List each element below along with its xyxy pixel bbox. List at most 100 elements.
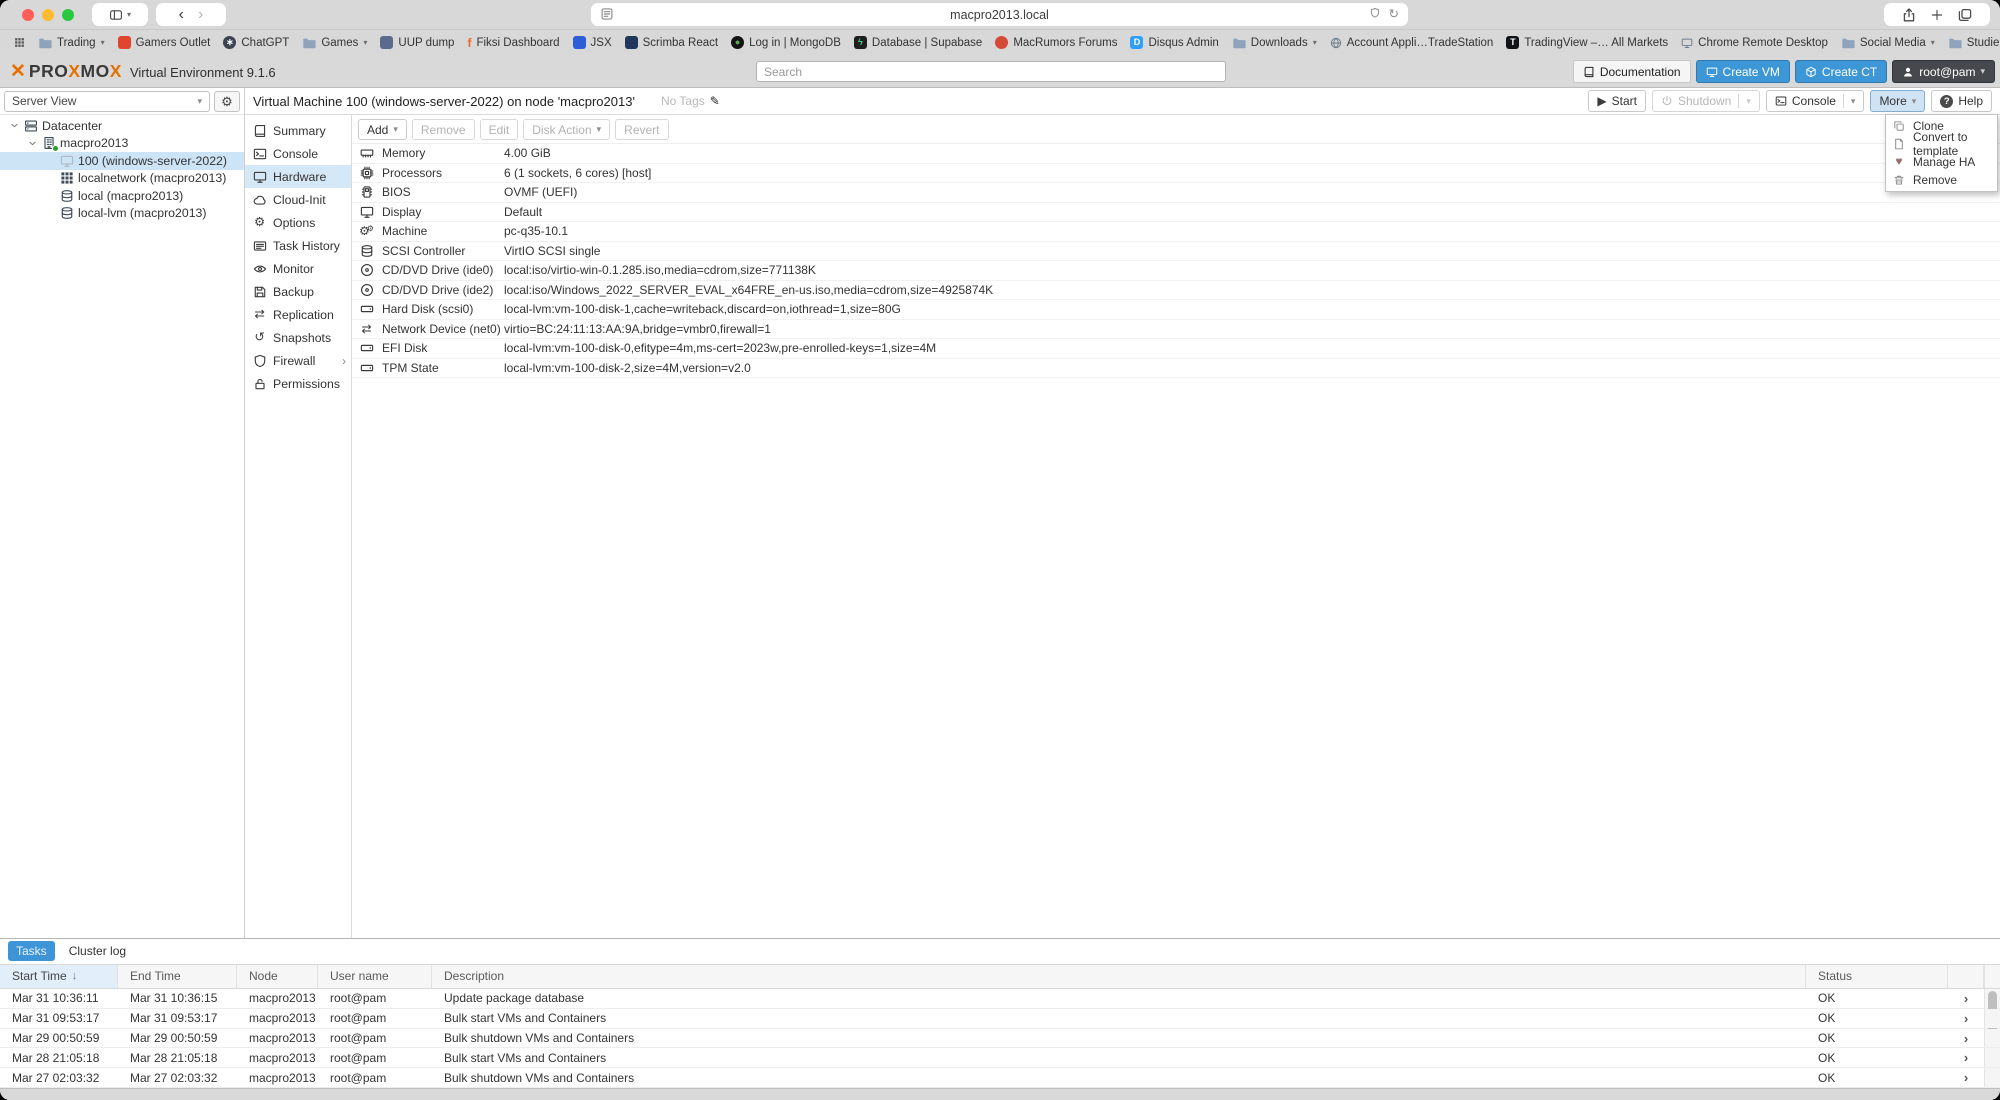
sidebar-icon[interactable] <box>109 8 123 22</box>
sidebar-caret-icon[interactable]: ▾ <box>127 10 131 19</box>
tab-permissions[interactable]: Permissions <box>245 372 351 395</box>
menu-item-remove[interactable]: Remove <box>1886 171 1997 189</box>
column-header-description[interactable]: Description <box>432 965 1806 989</box>
task-row[interactable]: Mar 27 02:03:32Mar 27 02:03:32macpro2013… <box>0 1068 2000 1088</box>
sidebar-toggle-button[interactable]: ▾ <box>92 3 148 26</box>
reload-icon[interactable]: ↻ <box>1389 8 1399 21</box>
address-bar-url[interactable]: macpro2013.local <box>950 8 1049 22</box>
bookmark-item-uup-dump[interactable]: UUP dump <box>380 36 454 49</box>
scrollbar-track[interactable] <box>1984 989 2000 1008</box>
hardware-row-efi-disk[interactable]: EFI Disklocal-lvm:vm-100-disk-0,efitype=… <box>352 339 2000 359</box>
bookmark-item-downloads[interactable]: Downloads▾ <box>1232 36 1317 50</box>
menu-item-convert-to-template[interactable]: Convert to template <box>1886 135 1997 153</box>
close-window-button[interactable] <box>22 9 34 21</box>
console-button[interactable]: Console▾ <box>1766 90 1865 112</box>
tab-replication[interactable]: ⇄Replication <box>245 303 351 326</box>
column-header-user-name[interactable]: User name <box>318 965 432 989</box>
hardware-row-scsi-controller[interactable]: SCSI ControllerVirtIO SCSI single <box>352 242 2000 262</box>
forward-button[interactable]: › <box>198 7 203 23</box>
bookmark-item-log-in-mongodb[interactable]: ●Log in | MongoDB <box>731 36 841 49</box>
disk-action-button[interactable]: Disk Action▾ <box>523 119 610 140</box>
column-header-node[interactable]: Node <box>237 965 318 989</box>
back-button[interactable]: ‹ <box>179 7 184 23</box>
column-header-end-time[interactable]: End Time <box>118 965 237 989</box>
maximize-window-button[interactable] <box>62 9 74 21</box>
tab-firewall[interactable]: Firewall› <box>245 349 351 372</box>
tab-cluster-log[interactable]: Cluster log <box>61 941 134 961</box>
bookmark-item-social-media[interactable]: Social Media▾ <box>1841 36 1935 50</box>
root-pam-button[interactable]: root@pam▾ <box>1892 60 1995 83</box>
tab-backup[interactable]: Backup <box>245 280 351 303</box>
tab-monitor[interactable]: Monitor <box>245 257 351 280</box>
tree-item-macpro2013[interactable]: macpro2013 <box>0 135 244 153</box>
reader-icon[interactable] <box>600 7 614 21</box>
revert-button[interactable]: Revert <box>615 119 668 140</box>
bookmark-item-macrumors-forums[interactable]: MacRumors Forums <box>995 36 1117 49</box>
column-header-status[interactable]: Status <box>1806 965 1948 989</box>
tab-snapshots[interactable]: ↺Snapshots <box>245 326 351 349</box>
start-button[interactable]: ▶Start <box>1588 90 1646 112</box>
tab-cloud-init[interactable]: Cloud-Init <box>245 188 351 211</box>
tree-item-100-windows-server-2022[interactable]: 100 (windows-server-2022) <box>0 152 244 170</box>
tab-summary[interactable]: Summary <box>245 119 351 142</box>
bookmark-item-gamers-outlet[interactable]: Gamers Outlet <box>118 36 211 49</box>
create-ct-button[interactable]: Create CT <box>1795 60 1887 83</box>
tab-console[interactable]: Console <box>245 142 351 165</box>
edit-button[interactable]: Edit <box>480 119 519 140</box>
create-vm-button[interactable]: Create VM <box>1696 60 1790 83</box>
hardware-row-memory[interactable]: Memory4.00 GiB <box>352 144 2000 164</box>
task-detail-button[interactable]: › <box>1948 1051 1984 1064</box>
hardware-row-processors[interactable]: Processors6 (1 sockets, 6 cores) [host] <box>352 164 2000 184</box>
hardware-row-cd-dvd-drive-ide0[interactable]: CD/DVD Drive (ide0)local:iso/virtio-win-… <box>352 261 2000 281</box>
scrollbar-track[interactable] <box>1984 1048 2000 1067</box>
task-row[interactable]: Mar 31 10:36:11Mar 31 10:36:15macpro2013… <box>0 989 2000 1009</box>
remove-button[interactable]: Remove <box>412 119 475 140</box>
bookmark-item-account-appli-tradestation[interactable]: Account Appli…TradeStation <box>1330 37 1494 49</box>
add-button[interactable]: Add▾ <box>358 119 407 140</box>
tree-item-localnetwork-macpro2013[interactable]: localnetwork (macpro2013) <box>0 170 244 188</box>
hardware-row-hard-disk-scsi0[interactable]: Hard Disk (scsi0)local-lvm:vm-100-disk-1… <box>352 300 2000 320</box>
hardware-row-cd-dvd-drive-ide2[interactable]: CD/DVD Drive (ide2)local:iso/Windows_202… <box>352 281 2000 301</box>
help-button[interactable]: ?Help <box>1931 90 1992 112</box>
bookmark-item-disqus-admin[interactable]: DDisqus Admin <box>1130 36 1218 49</box>
bookmark-item-database-supabase[interactable]: ϟDatabase | Supabase <box>854 36 982 49</box>
search-input[interactable] <box>756 61 1226 82</box>
tree-item-local-lvm-macpro2013[interactable]: local-lvm (macpro2013) <box>0 205 244 223</box>
task-detail-button[interactable]: › <box>1948 992 1984 1005</box>
scrollbar-track[interactable] <box>1984 1009 2000 1028</box>
tree-settings-button[interactable]: ⚙ <box>214 91 240 112</box>
task-row[interactable]: Mar 31 09:53:17Mar 31 09:53:17macpro2013… <box>0 1009 2000 1029</box>
expander-icon[interactable] <box>26 139 38 148</box>
tab-task-history[interactable]: Task History <box>245 234 351 257</box>
column-header-start-time[interactable]: Start Time↓ <box>0 965 118 989</box>
bookmark-item-scrimba-react[interactable]: Scrimba React <box>625 36 718 49</box>
minimize-window-button[interactable] <box>42 9 54 21</box>
task-detail-button[interactable]: › <box>1948 1012 1984 1025</box>
bookmark-item-trading[interactable]: Trading▾ <box>38 36 105 50</box>
tabs-icon[interactable] <box>1957 7 1973 23</box>
tree-item-local-macpro2013[interactable]: local (macpro2013) <box>0 187 244 205</box>
shutdown-button[interactable]: Shutdown▾ <box>1652 90 1760 112</box>
bookmark-item-chatgpt[interactable]: ∗ChatGPT <box>223 36 289 49</box>
tab-tasks[interactable]: Tasks <box>8 941 55 961</box>
more-button[interactable]: More▾ <box>1870 90 1925 112</box>
plus-icon[interactable] <box>1930 8 1944 22</box>
address-bar[interactable]: macpro2013.local ↻ <box>591 3 1408 26</box>
bookmark-item-grid[interactable] <box>14 37 25 48</box>
bookmark-item-fiksi-dashboard[interactable]: fFiksi Dashboard <box>467 36 559 49</box>
share-icon[interactable] <box>1901 7 1917 23</box>
tab-options[interactable]: ⚙Options <box>245 211 351 234</box>
hardware-row-network-device-net0[interactable]: ⇄Network Device (net0)virtio=BC:24:11:13… <box>352 320 2000 340</box>
documentation-button[interactable]: Documentation <box>1573 60 1691 83</box>
bookmark-item-games[interactable]: Games▾ <box>302 36 367 50</box>
task-row[interactable]: Mar 29 00:50:59Mar 29 00:50:59macpro2013… <box>0 1029 2000 1049</box>
bookmark-item-jsx[interactable]: JSX <box>573 36 612 49</box>
tree-item-datacenter[interactable]: Datacenter <box>0 117 244 135</box>
task-row[interactable]: Mar 28 21:05:18Mar 28 21:05:18macpro2013… <box>0 1048 2000 1068</box>
hardware-row-bios[interactable]: BIOSOVMF (UEFI) <box>352 183 2000 203</box>
task-detail-button[interactable]: › <box>1948 1071 1984 1084</box>
edit-tags-icon[interactable]: ✎ <box>710 95 720 107</box>
bookmark-item-chrome-remote-desktop[interactable]: Chrome Remote Desktop <box>1681 37 1828 49</box>
view-selector[interactable]: Server View ▾ <box>4 91 210 112</box>
hardware-row-tpm-state[interactable]: TPM Statelocal-lvm:vm-100-disk-2,size=4M… <box>352 359 2000 379</box>
